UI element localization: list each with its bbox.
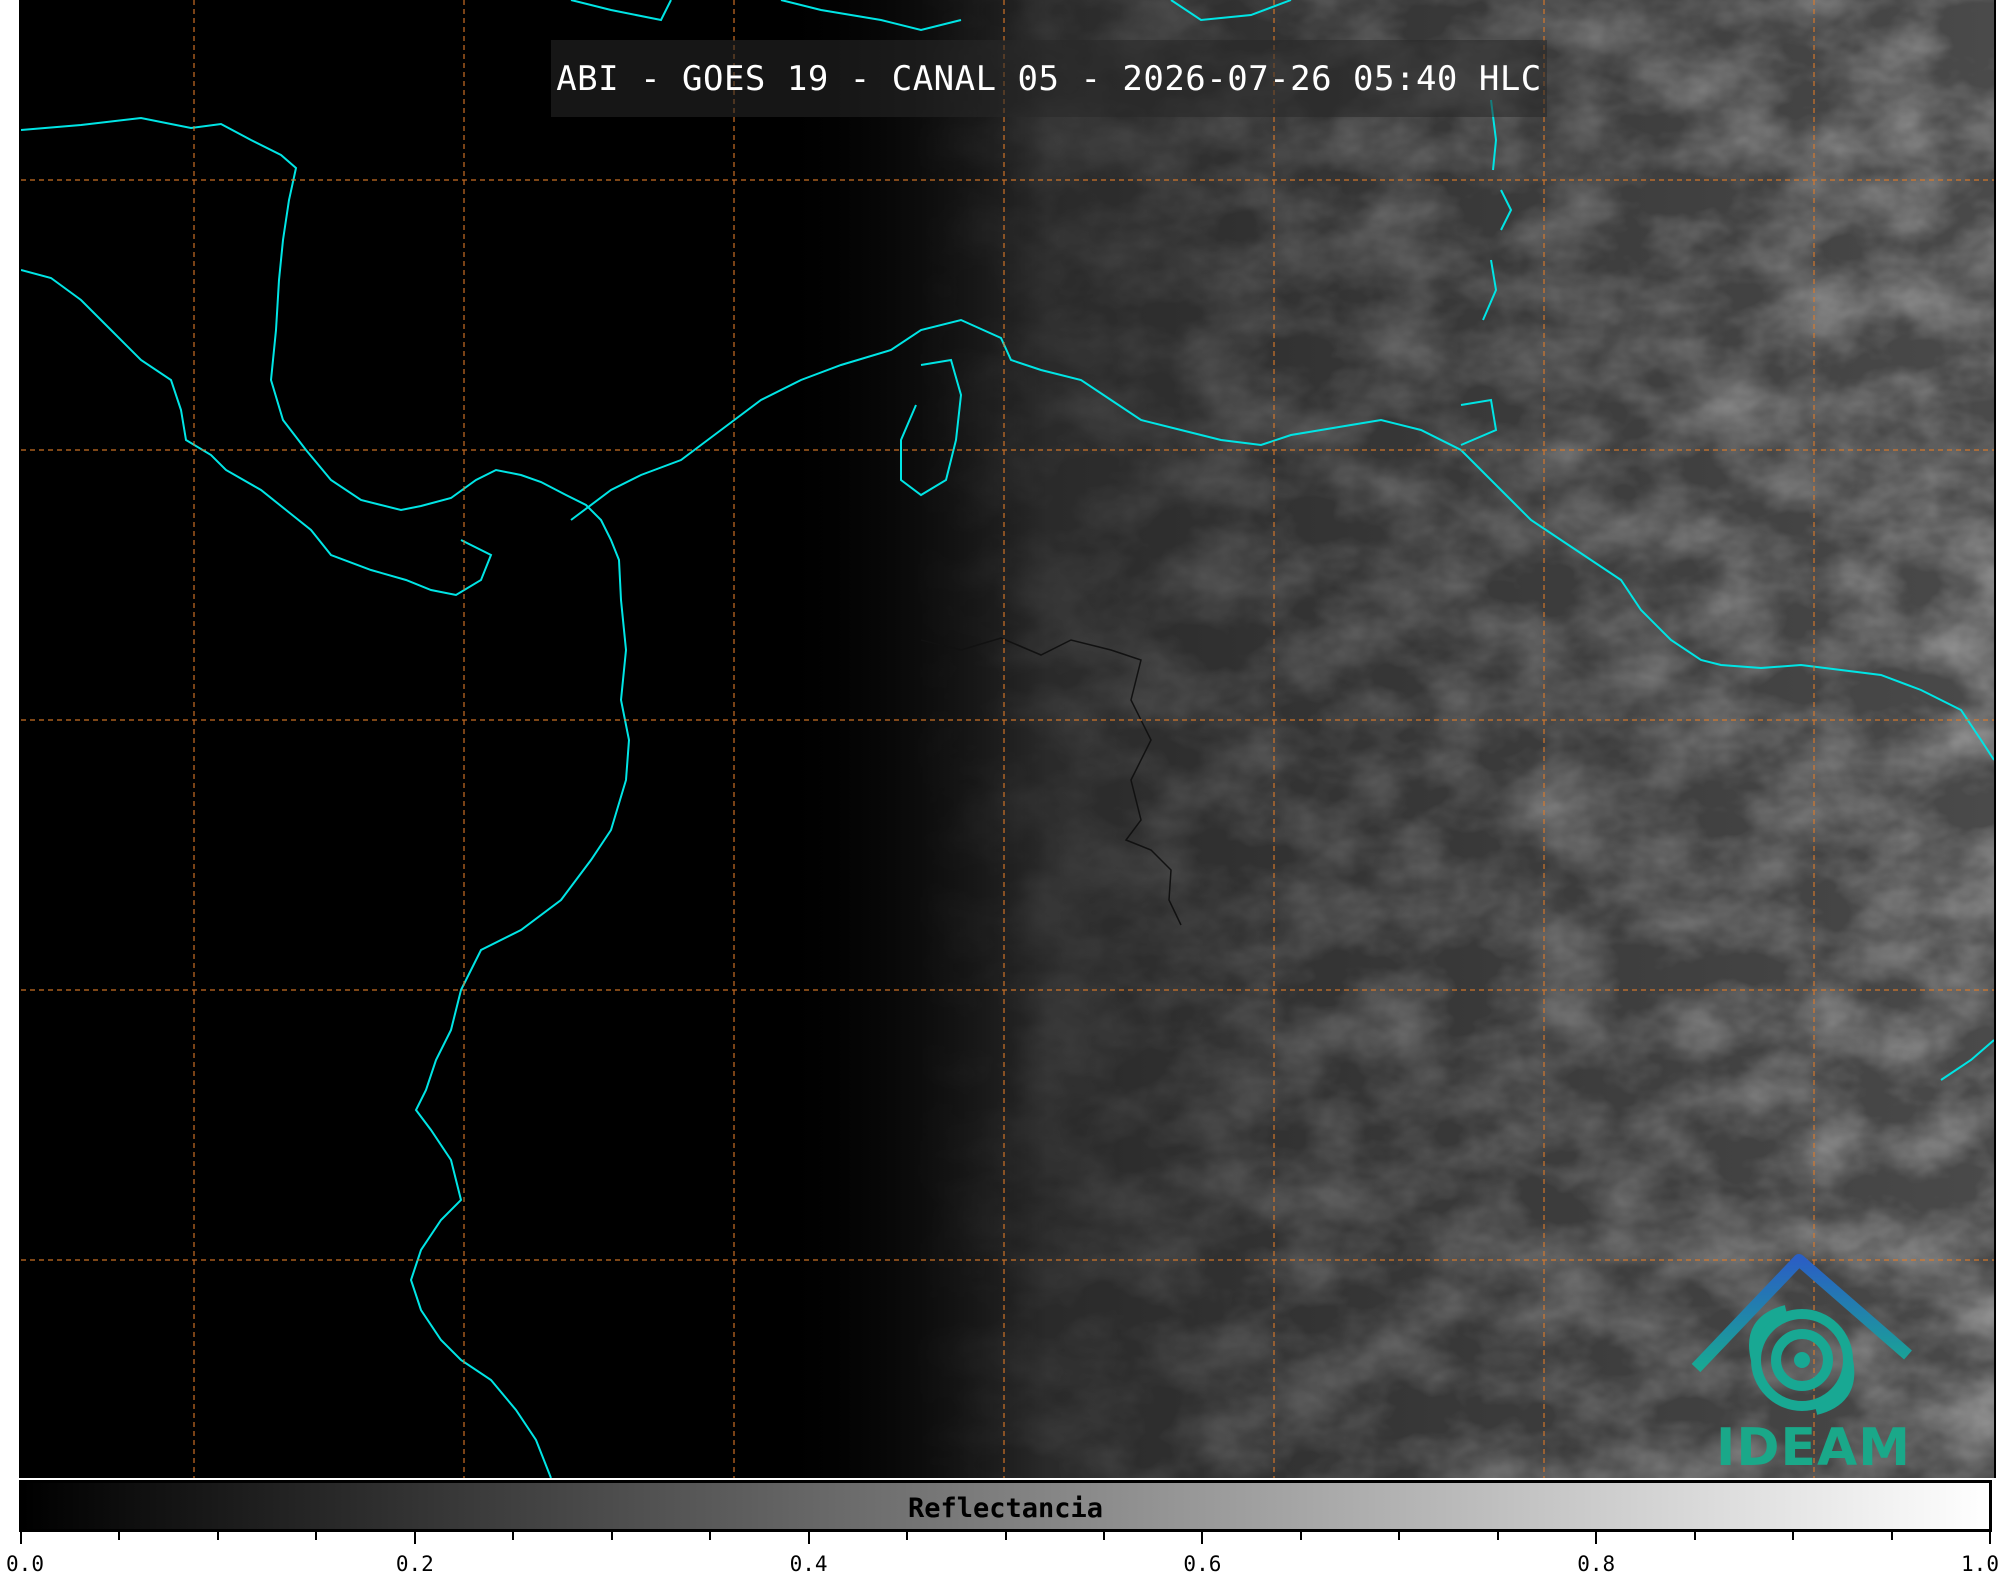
title-box: ABI - GOES 19 - CANAL 05 - 2026-07-26 05… bbox=[551, 40, 1547, 117]
colorbar-minor-tick bbox=[1792, 1532, 1795, 1540]
colorbar-major-tick bbox=[807, 1532, 810, 1544]
colorbar-tick-label: 0.8 bbox=[1577, 1552, 1616, 1576]
colorbar-minor-tick bbox=[1693, 1532, 1696, 1540]
colorbar-major-tick bbox=[1595, 1532, 1598, 1544]
colorbar-major-tick bbox=[20, 1532, 22, 1544]
colorbar-minor-tick bbox=[1890, 1532, 1893, 1540]
colorbar-minor-tick bbox=[216, 1532, 219, 1540]
colorbar-minor-tick bbox=[1102, 1532, 1105, 1540]
colorbar-minor-tick bbox=[315, 1532, 318, 1540]
colorbar-minor-tick bbox=[1398, 1532, 1401, 1540]
colorbar-tick-label: 1.0 bbox=[1961, 1552, 1999, 1576]
logo-text: IDEAM bbox=[1716, 1418, 1912, 1478]
colorbar-axis: 0.0 0.2 0.4 0.6 0.8 1.0 bbox=[6, 1532, 1999, 1577]
colorbar-minor-tick bbox=[512, 1532, 515, 1540]
colorbar-major-tick bbox=[1201, 1532, 1204, 1544]
satellite-map: ABI - GOES 19 - CANAL 05 - 2026-07-26 05… bbox=[19, 0, 1996, 1478]
ideam-logo: IDEAM bbox=[1676, 1250, 1916, 1478]
colorbar-minor-tick bbox=[906, 1532, 909, 1540]
colorbar-tick-label: 0.2 bbox=[395, 1552, 434, 1576]
colorbar-label: Reflectancia bbox=[907, 1493, 1104, 1524]
colorbar: Reflectancia bbox=[19, 1480, 1992, 1532]
colorbar-tick-label: 0.0 bbox=[6, 1552, 44, 1576]
colorbar-major-tick bbox=[413, 1532, 416, 1544]
colorbar-minor-tick bbox=[709, 1532, 712, 1540]
colorbar-minor-tick bbox=[610, 1532, 613, 1540]
colorbar-minor-tick bbox=[1299, 1532, 1302, 1540]
colorbar-tick-label: 0.6 bbox=[1183, 1552, 1222, 1576]
colorbar-minor-tick bbox=[1496, 1532, 1499, 1540]
colorbar-major-tick bbox=[1989, 1532, 1991, 1544]
colorbar-minor-tick bbox=[1004, 1532, 1007, 1540]
colorbar-tick-label: 0.4 bbox=[789, 1552, 828, 1576]
colorbar-minor-tick bbox=[118, 1532, 121, 1540]
map-title: ABI - GOES 19 - CANAL 05 - 2026-07-26 05… bbox=[556, 58, 1542, 99]
